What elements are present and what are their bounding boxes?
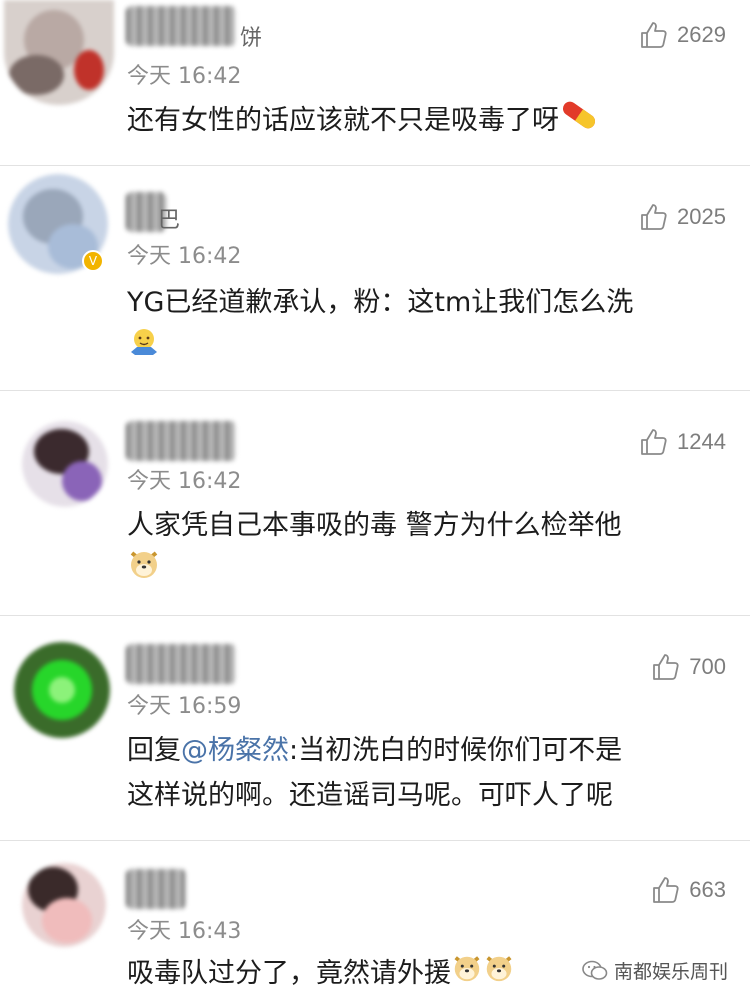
pill-emoji bbox=[559, 99, 599, 145]
comment-text-line: 吸毒队过分了，竟然请外援 bbox=[127, 958, 451, 989]
doge-emoji bbox=[127, 547, 161, 585]
comment-time: 今天 16:42 bbox=[127, 64, 242, 89]
like-count: 663 bbox=[689, 877, 726, 902]
like-count: 2025 bbox=[677, 204, 726, 229]
comment-time: 今天 16:42 bbox=[127, 244, 242, 269]
mention-link[interactable]: @杨粲然 bbox=[181, 735, 289, 766]
watermark-text: 南都娱乐周刊 bbox=[613, 961, 728, 983]
comment-item: 饼 今天 16:42 2629 还有女性的话应该就不只是吸毒了呀 bbox=[0, 0, 750, 166]
thumbs-up-icon bbox=[641, 204, 667, 230]
doge-emoji bbox=[451, 952, 483, 998]
doge-emoji bbox=[483, 952, 515, 998]
comment-time: 今天 16:43 bbox=[127, 919, 242, 944]
avatar[interactable] bbox=[22, 421, 108, 507]
like-button[interactable]: 663 bbox=[651, 875, 726, 905]
shrug-emoji bbox=[127, 326, 161, 364]
wechat-icon bbox=[582, 960, 608, 980]
like-count: 700 bbox=[689, 654, 726, 679]
comment-text-line: 还有女性的话应该就不只是吸毒了呀 bbox=[127, 105, 559, 136]
comment-text: 回复@杨粲然:当初洗白的时候你们可不是 bbox=[127, 728, 737, 773]
comment-text: YG已经道歉承认，粉：这tm让我们怎么洗 bbox=[127, 280, 737, 325]
like-count: 1244 bbox=[677, 429, 726, 454]
like-button[interactable]: 700 bbox=[651, 652, 726, 682]
username-tail: 巴 bbox=[158, 208, 181, 233]
username-redacted[interactable] bbox=[126, 644, 236, 684]
username-redacted[interactable] bbox=[126, 6, 236, 46]
comment-time: 今天 16:59 bbox=[127, 694, 242, 719]
comment-item: 今天 16:59 700 回复@杨粲然:当初洗白的时候你们可不是 这样说的啊。还… bbox=[0, 616, 750, 841]
avatar[interactable] bbox=[4, 0, 114, 105]
thumbs-up-icon bbox=[653, 654, 679, 680]
thumbs-up-icon bbox=[641, 429, 667, 455]
comment-text-line: 这样说的啊。还造谣司马呢。可吓人了呢 bbox=[127, 780, 613, 811]
comment-text-line: :当初洗白的时候你们可不是 bbox=[289, 735, 623, 766]
avatar[interactable] bbox=[14, 642, 110, 738]
like-count: 2629 bbox=[677, 22, 726, 47]
comment-text-line: 人家凭自己本事吸的毒 警方为什么检举他 bbox=[127, 510, 622, 541]
watermark: 南都娱乐周刊 bbox=[582, 957, 728, 984]
like-button[interactable]: 2025 bbox=[639, 202, 726, 232]
like-button[interactable]: 2629 bbox=[639, 20, 726, 50]
comment-item: 今天 16:42 1244 人家凭自己本事吸的毒 警方为什么检举他 bbox=[0, 391, 750, 616]
comment-text-line: YG已经道歉承认，粉：这tm让我们怎么洗 bbox=[127, 287, 634, 318]
comment-text: 这样说的啊。还造谣司马呢。可吓人了呢 bbox=[127, 773, 737, 818]
reply-prefix: 回复 bbox=[127, 735, 181, 766]
username-redacted[interactable] bbox=[126, 421, 236, 461]
comment-text: 还有女性的话应该就不只是吸毒了呀 bbox=[127, 98, 737, 145]
verified-badge-icon: V bbox=[82, 250, 104, 272]
like-button[interactable]: 1244 bbox=[639, 427, 726, 457]
comment-time: 今天 16:42 bbox=[127, 469, 242, 494]
username-redacted[interactable] bbox=[126, 869, 186, 909]
username-tail: 饼 bbox=[240, 26, 263, 51]
thumbs-up-icon bbox=[653, 877, 679, 903]
avatar[interactable] bbox=[22, 863, 106, 947]
comment-item: V 巴 今天 16:42 2025 YG已经道歉承认，粉：这tm让我们怎么洗 bbox=[0, 166, 750, 391]
thumbs-up-icon bbox=[641, 22, 667, 48]
comment-text: 人家凭自己本事吸的毒 警方为什么检举他 bbox=[127, 503, 737, 548]
